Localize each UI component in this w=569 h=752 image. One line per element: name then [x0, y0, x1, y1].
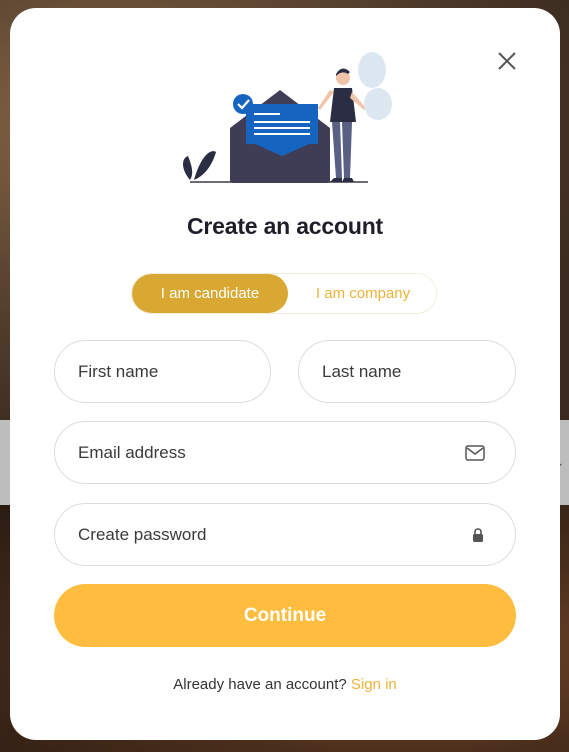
first-name-field[interactable]: First name [54, 340, 271, 403]
signin-prompt: Already have an account? [173, 676, 351, 693]
signup-modal: Create an account I am candidate I am co… [10, 8, 560, 740]
page-title: Create an account [187, 213, 383, 239]
candidate-toggle-option[interactable]: I am candidate [132, 274, 288, 313]
continue-button[interactable]: Continue [54, 584, 516, 647]
close-button[interactable] [494, 48, 520, 74]
last-name-field[interactable]: Last name [298, 340, 516, 403]
lock-icon [473, 527, 483, 542]
first-name-placeholder: First name [78, 361, 159, 381]
password-placeholder: Create password [78, 524, 207, 544]
signin-link[interactable]: Sign in [351, 676, 397, 693]
company-toggle-option[interactable]: I am company [288, 274, 436, 313]
signin-row: Already have an account? Sign in [10, 676, 560, 693]
email-field[interactable]: Email address [54, 421, 516, 484]
envelope-person-illustration [183, 52, 392, 183]
password-field[interactable]: Create password [54, 503, 516, 566]
envelope-icon [465, 444, 485, 461]
close-icon [498, 52, 516, 70]
email-placeholder: Email address [78, 442, 186, 462]
last-name-placeholder: Last name [322, 361, 402, 381]
role-toggle: I am candidate I am company [131, 273, 437, 314]
